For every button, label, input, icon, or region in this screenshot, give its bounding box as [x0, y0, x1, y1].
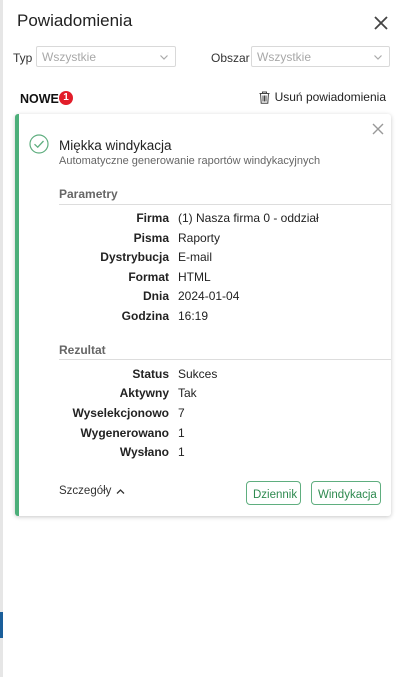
type-filter-select[interactable]: Wszystkie — [36, 46, 176, 67]
panel-title: Powiadomienia — [17, 11, 133, 30]
chevron-down-icon — [160, 55, 168, 60]
chevron-up-icon — [116, 488, 125, 494]
new-count-badge: 1 — [59, 91, 73, 105]
parameter-value: E-mail — [178, 250, 213, 264]
result-value: 1 — [178, 445, 185, 459]
divider — [59, 359, 391, 360]
parameter-key: Godzina — [121, 309, 169, 323]
trash-icon — [259, 91, 270, 104]
area-filter-select[interactable]: Wszystkie — [251, 46, 390, 67]
chevron-down-icon — [374, 55, 382, 60]
result-key: Wygenerowano — [80, 426, 169, 440]
clear-all-label: Usuń powiadomienia — [274, 90, 386, 104]
notification-title: Miękka windykacja — [59, 138, 172, 153]
result-row: Wyselekcjonowo 7 — [59, 406, 389, 424]
notifications-panel: Powiadomienia Typ Wszystkie Obszar Wszys… — [3, 0, 400, 677]
parameter-key: Dnia — [142, 289, 169, 303]
close-icon[interactable] — [371, 122, 385, 136]
result-key: Status — [132, 367, 169, 381]
parameter-row: Godzina 16:19 — [59, 309, 389, 327]
result-value: Tak — [178, 386, 197, 400]
new-section-label: NOWE — [20, 92, 59, 106]
parameter-value: 2024-01-04 — [178, 289, 240, 303]
details-label: Szczegóły — [59, 485, 112, 497]
result-value: 1 — [178, 426, 185, 440]
parameter-value: Raporty — [178, 231, 221, 245]
parameter-key: Pisma — [133, 231, 169, 245]
journal-button[interactable]: Dziennik — [246, 481, 301, 505]
check-circle-icon — [29, 134, 49, 154]
parameter-key: Firma — [136, 211, 169, 225]
parameter-key: Format — [128, 270, 169, 284]
parameter-key: Dystrybucja — [100, 250, 169, 264]
result-key: Wyselekcjonowo — [72, 406, 169, 420]
result-heading: Rezultat — [59, 343, 106, 357]
result-value: Sukces — [178, 367, 218, 381]
parameter-row: Dystrybucja E-mail — [59, 250, 389, 268]
result-row: Aktywny Tak — [59, 386, 389, 404]
result-key: Wysłano — [119, 445, 169, 459]
type-filter-value: Wszystkie — [42, 50, 96, 64]
parameter-value: (1) Nasza firma 0 - oddział — [178, 211, 319, 225]
area-filter-label: Obszar — [211, 51, 250, 65]
parameter-row: Format HTML — [59, 270, 389, 288]
parameter-value: 16:19 — [178, 309, 209, 323]
notification-card: Miękka windykacja Automatyczne generowan… — [15, 114, 391, 516]
result-row: Wysłano 1 — [59, 445, 389, 463]
parameter-row: Pisma Raporty — [59, 231, 389, 249]
result-key: Aktywny — [119, 386, 169, 400]
area-filter-value: Wszystkie — [257, 50, 311, 64]
parameter-value: HTML — [178, 270, 211, 284]
type-filter-label: Typ — [13, 51, 33, 65]
parameter-row: Dnia 2024-01-04 — [59, 289, 389, 307]
result-value: 7 — [178, 406, 185, 420]
notification-subtitle: Automatyczne generowanie raportów windyk… — [59, 155, 321, 167]
close-icon[interactable] — [370, 12, 392, 34]
collection-button[interactable]: Windykacja — [311, 481, 381, 505]
result-row: Status Sukces — [59, 367, 389, 385]
details-toggle[interactable]: Szczegóły — [59, 485, 125, 497]
parameter-row: Firma (1) Nasza firma 0 - oddział — [59, 211, 389, 229]
parameters-heading: Parametry — [59, 187, 118, 201]
result-row: Wygenerowano 1 — [59, 426, 389, 444]
divider — [59, 204, 391, 205]
clear-all-button[interactable]: Usuń powiadomienia — [259, 90, 386, 104]
